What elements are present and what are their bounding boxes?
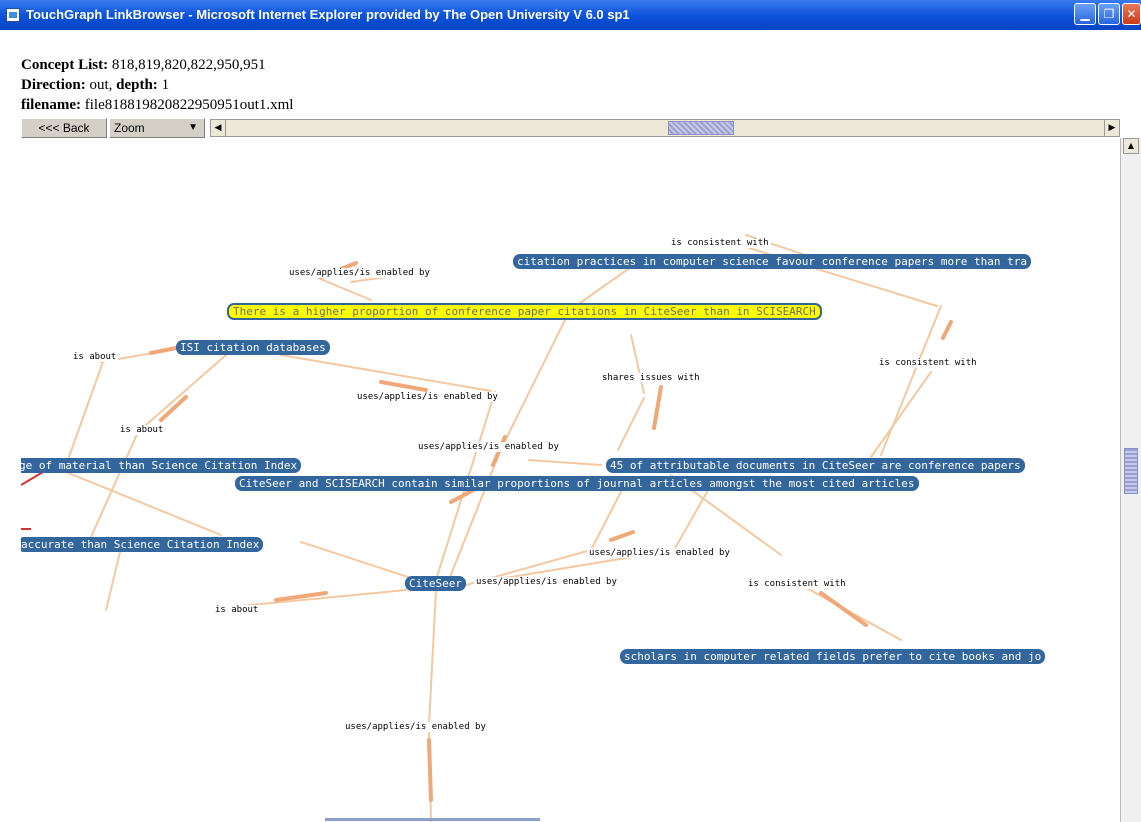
edge-arrow (427, 738, 433, 802)
node-citation-practices[interactable]: citation practices in computer science f… (513, 254, 1031, 269)
node-isi-citation-databases[interactable]: ISI citation databases (176, 340, 330, 355)
direction-label: Direction: (21, 77, 86, 93)
edge-line (590, 481, 627, 551)
edge-line (280, 354, 492, 392)
close-icon[interactable]: ✕ (1122, 3, 1141, 25)
edge-line (65, 361, 104, 466)
edge-line (105, 547, 122, 611)
edge-label: is consistent with (669, 238, 771, 248)
scroll-right-icon[interactable]: ▶ (1104, 120, 1119, 136)
graph-canvas[interactable]: is consistent with uses/applies/is enabl… (21, 140, 1120, 822)
concept-list-value: 818,819,820,822,950,951 (108, 57, 266, 73)
direction-line: Direction: out, depth: 1 (21, 77, 169, 94)
scroll-up-icon[interactable]: ▲ (1123, 138, 1139, 154)
edge-arrow (609, 530, 635, 542)
edge-line (870, 371, 932, 458)
node-coverage-material[interactable]: ge of material than Science Citation Ind… (21, 458, 302, 473)
scroll-left-icon[interactable]: ◀ (211, 120, 226, 136)
window-title: TouchGraph LinkBrowser - Microsoft Inter… (26, 7, 630, 22)
edge-line (673, 484, 712, 551)
filename-line: filename: file818819820822950951out1.xml (21, 97, 293, 114)
filename-value: file818819820822950951out1.xml (80, 97, 294, 113)
zoom-dropdown[interactable]: Zoom ▼ (109, 118, 205, 138)
zoom-scrollbar[interactable]: ◀ ▶ (210, 119, 1120, 137)
edge-label: is consistent with (746, 579, 848, 589)
vertical-scroll-thumb[interactable] (1124, 448, 1138, 494)
edge-line (630, 334, 645, 394)
edge-label: uses/applies/is enabled by (587, 548, 732, 558)
minimize-icon[interactable]: ▁ (1074, 3, 1096, 25)
edge-arrow (149, 346, 178, 355)
title-bar: TouchGraph LinkBrowser - Microsoft Inter… (0, 0, 1141, 30)
graph-toolbar: <<< Back Zoom ▼ ◀ ▶ (21, 118, 1120, 138)
edge-line (428, 589, 437, 726)
vertical-scrollbar[interactable]: ▲ (1120, 138, 1141, 822)
edge-line (617, 397, 645, 451)
edge-label: shares issues with (600, 373, 702, 383)
edge-label: is about (118, 425, 166, 435)
edge-line (300, 541, 412, 579)
direction-value: out, (85, 77, 117, 93)
edge-label: is about (213, 605, 261, 615)
node-scholars-prefer-books[interactable]: scholars in computer related fields pref… (620, 649, 1046, 664)
zoom-scroll-thumb[interactable] (668, 121, 734, 135)
node-higher-proportion[interactable]: There is a higher proportion of conferen… (227, 303, 822, 320)
edge-label: uses/applies/is enabled by (416, 442, 561, 452)
edge-label: uses/applies/is enabled by (474, 577, 619, 587)
edge-line (445, 448, 502, 588)
back-button[interactable]: <<< Back (21, 118, 107, 138)
depth-label: depth: (116, 77, 158, 93)
node-citeseer[interactable]: CiteSeer (405, 576, 466, 591)
edge-line (500, 309, 571, 450)
edge-label: uses/applies/is enabled by (355, 392, 500, 402)
concept-list-line: Concept List: 818,819,820,822,950,951 (21, 57, 266, 74)
offscreen-edge-marker (21, 471, 44, 486)
edge-label: is about (71, 352, 119, 362)
edge-line (880, 305, 942, 456)
edge-line (528, 459, 602, 466)
edge-arrow (941, 320, 953, 340)
edge-label: uses/applies/is enabled by (287, 268, 432, 278)
node-more-accurate[interactable]: accurate than Science Citation Index (21, 537, 264, 552)
filename-label: filename: (21, 97, 81, 113)
concept-list-label: Concept List: (21, 57, 109, 73)
chevron-down-icon: ▼ (188, 122, 198, 133)
maximize-icon[interactable]: ❐ (1098, 3, 1120, 25)
node-journal-articles[interactable]: CiteSeer and SCISEARCH contain similar p… (235, 476, 919, 491)
ie-app-icon (6, 8, 20, 22)
horizontal-scroll-indicator (325, 818, 540, 821)
edge-label: uses/applies/is enabled by (343, 722, 488, 732)
edge-arrow (819, 591, 868, 627)
node-attributable-documents[interactable]: 45 of attributable documents in CiteSeer… (606, 458, 1025, 473)
edge-line (60, 469, 222, 536)
edge-line (137, 354, 227, 433)
edge-label: is consistent with (877, 358, 979, 368)
edge-arrow (652, 385, 663, 430)
edge-arrow (379, 380, 428, 392)
depth-value: 1 (157, 77, 170, 93)
zoom-label: Zoom (114, 121, 145, 135)
